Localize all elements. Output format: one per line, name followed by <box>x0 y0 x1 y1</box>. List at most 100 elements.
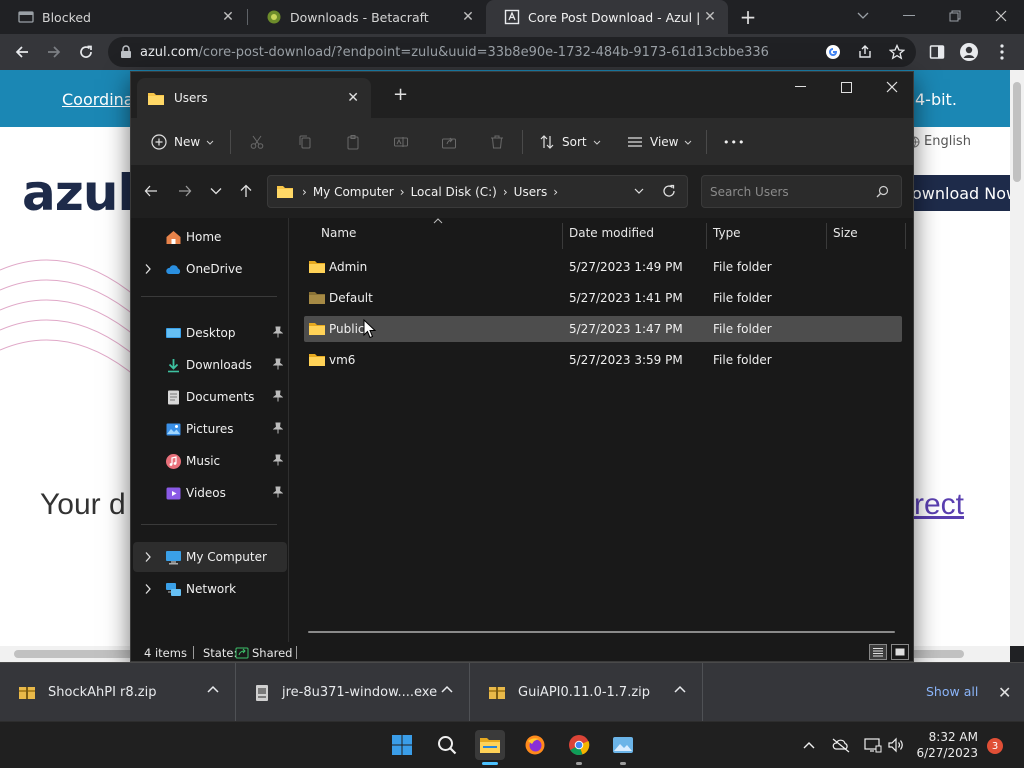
new-button[interactable]: New <box>151 128 214 156</box>
onedrive-offline-icon[interactable] <box>830 734 852 756</box>
back-icon[interactable] <box>8 38 36 66</box>
refresh-icon[interactable] <box>661 183 677 199</box>
direct-link[interactable]: rect <box>914 488 964 522</box>
nav-item-documents[interactable]: Documents <box>133 382 287 412</box>
pin-icon[interactable] <box>273 454 283 466</box>
view-button[interactable]: View <box>627 128 692 156</box>
column-header-date[interactable]: Date modified <box>569 218 707 248</box>
azul-logo[interactable]: azul <box>22 164 135 222</box>
search-icon[interactable] <box>432 730 462 760</box>
volume-icon[interactable] <box>885 734 907 756</box>
column-header-size[interactable]: Size <box>833 218 903 248</box>
chevron-right-icon[interactable] <box>144 263 152 275</box>
explorer-tab-users[interactable]: Users ✕ <box>137 78 371 118</box>
pin-icon[interactable] <box>273 358 283 370</box>
nav-item-onedrive[interactable]: OneDrive <box>133 254 287 284</box>
firefox-icon[interactable] <box>520 730 550 760</box>
column-divider[interactable] <box>826 223 827 249</box>
reload-icon[interactable] <box>72 38 100 66</box>
pin-icon[interactable] <box>273 486 283 498</box>
address-history-chevron-icon[interactable] <box>633 184 645 198</box>
chevron-right-icon[interactable]: › <box>302 185 307 199</box>
table-row[interactable]: Default 5/27/2023 1:41 PM File folder <box>304 285 902 311</box>
scrollbar-thumb[interactable] <box>1013 82 1021 182</box>
show-hidden-icons-chevron-icon[interactable] <box>798 734 820 756</box>
google-lens-icon[interactable] <box>824 43 842 61</box>
chevron-right-icon[interactable]: › <box>503 185 508 199</box>
see-more-button[interactable]: ••• <box>723 128 745 156</box>
maximize-icon[interactable] <box>823 72 869 102</box>
address-bar[interactable]: azul.com/core-post-download/?endpoint=zu… <box>108 37 916 67</box>
breadcrumb[interactable]: › My Computer › Local Disk (C:) › Users … <box>267 175 688 208</box>
restore-icon[interactable] <box>932 0 978 32</box>
delete-icon[interactable] <box>489 128 505 156</box>
nav-item-videos[interactable]: Videos <box>133 478 287 508</box>
breadcrumb-local-disk[interactable]: Local Disk (C:) <box>411 185 497 199</box>
close-tab-icon[interactable]: ✕ <box>702 9 718 25</box>
nav-item-desktop[interactable]: Desktop <box>133 318 287 348</box>
nav-item-music[interactable]: Music <box>133 446 287 476</box>
large-icons-view-icon[interactable] <box>891 644 909 660</box>
download-item[interactable]: jre-8u371-window....exe <box>236 663 470 722</box>
close-download-bar-icon[interactable]: ✕ <box>998 683 1011 702</box>
chevron-up-icon[interactable] <box>674 685 686 693</box>
pin-icon[interactable] <box>273 422 283 434</box>
bookmark-star-icon[interactable] <box>888 43 906 61</box>
sort-button[interactable]: Sort <box>539 128 601 156</box>
copy-icon[interactable] <box>297 128 313 156</box>
paste-icon[interactable] <box>345 128 361 156</box>
tab-search-icon[interactable] <box>840 0 886 32</box>
nav-item-network[interactable]: Network <box>133 574 287 604</box>
new-tab-button[interactable]: + <box>393 84 408 105</box>
search-input[interactable] <box>710 184 870 199</box>
chevron-right-icon[interactable]: › <box>400 185 405 199</box>
forward-icon[interactable] <box>40 38 68 66</box>
download-item[interactable]: GuiAPI0.11.0-1.7.zip <box>470 663 703 722</box>
close-tab-icon[interactable]: ✕ <box>460 9 476 25</box>
minimize-icon[interactable] <box>777 72 823 102</box>
network-status-icon[interactable] <box>862 734 884 756</box>
new-tab-button[interactable]: + <box>737 5 759 29</box>
file-explorer-taskbar-icon[interactable] <box>475 730 505 765</box>
pin-icon[interactable] <box>273 390 283 402</box>
close-tab-icon[interactable]: ✕ <box>220 9 236 25</box>
download-item[interactable]: ShockAhPI r8.zip <box>0 663 236 722</box>
table-row[interactable]: Public 5/27/2023 1:47 PM File folder <box>304 316 902 342</box>
search-icon[interactable] <box>876 185 889 198</box>
chevron-right-icon[interactable] <box>144 583 152 595</box>
table-row[interactable]: Admin 5/27/2023 1:49 PM File folder <box>304 254 902 280</box>
chevron-up-icon[interactable] <box>441 685 453 693</box>
pin-icon[interactable] <box>273 326 283 338</box>
column-header-type[interactable]: Type <box>713 218 823 248</box>
share-icon[interactable] <box>856 43 874 61</box>
forward-icon[interactable] <box>174 180 196 202</box>
horizontal-scrollbar[interactable] <box>308 631 895 633</box>
banner-link[interactable]: Coordinat <box>62 90 140 109</box>
column-divider[interactable] <box>562 223 563 249</box>
show-all-button[interactable]: Show all <box>926 684 978 699</box>
browser-tab-azul[interactable]: Core Post Download - Azul | Better ✕ <box>486 0 728 34</box>
language-selector[interactable]: English <box>908 134 971 149</box>
profile-avatar-icon[interactable] <box>955 38 983 66</box>
chevron-right-icon[interactable]: › <box>553 185 558 199</box>
photos-app-icon[interactable] <box>608 730 638 765</box>
search-box[interactable] <box>701 175 902 208</box>
browser-tab-betacraft[interactable]: Downloads - Betacraft ✕ <box>248 0 486 34</box>
nav-item-home[interactable]: Home <box>133 222 287 252</box>
share-icon[interactable] <box>441 128 457 156</box>
cut-icon[interactable] <box>249 128 265 156</box>
side-panel-icon[interactable] <box>923 38 951 66</box>
breadcrumb-my-computer[interactable]: My Computer <box>313 185 394 199</box>
column-divider[interactable] <box>706 223 707 249</box>
chevron-right-icon[interactable] <box>144 551 152 563</box>
notification-badge[interactable]: 3 <box>987 738 1003 754</box>
lock-icon[interactable] <box>120 45 132 59</box>
chevron-up-icon[interactable] <box>207 685 219 693</box>
up-icon[interactable] <box>235 180 257 202</box>
nav-item-pictures[interactable]: Pictures <box>133 414 287 444</box>
close-tab-icon[interactable]: ✕ <box>347 90 359 106</box>
nav-item-my-computer[interactable]: My Computer <box>133 542 287 572</box>
download-now-button[interactable]: ownload Now <box>912 175 1010 211</box>
page-vertical-scrollbar[interactable] <box>1010 70 1024 646</box>
minimize-icon[interactable] <box>886 0 932 32</box>
